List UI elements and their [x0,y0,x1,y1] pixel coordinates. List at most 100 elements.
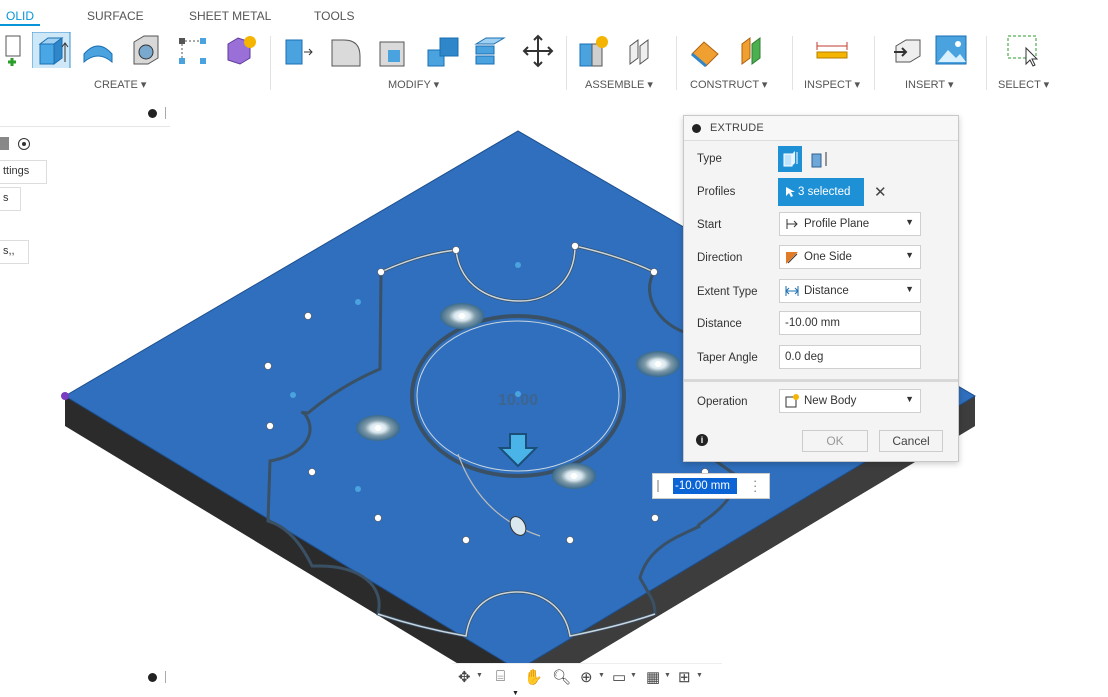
direction-label: Direction [697,252,743,264]
toolbar-separator [566,36,567,90]
dialog-collapse-icon[interactable] [692,124,701,133]
offset-plane-icon[interactable] [688,32,724,68]
chamfer-icon[interactable] [376,32,412,68]
distance-label: Distance [697,318,742,330]
insert-derive-icon[interactable] [890,32,926,68]
tab-sheet-metal[interactable]: SHEET METAL [189,9,271,23]
midplane-icon[interactable] [736,32,772,68]
clear-selection-icon[interactable]: ✕ [874,183,887,201]
select-window-icon[interactable] [1006,32,1042,68]
timeline-toggle-icon[interactable]: ▼ [512,690,519,697]
cancel-button[interactable]: Cancel [879,430,943,452]
construct-menu[interactable]: CONSTRUCT ▾ [690,78,767,91]
operation-dropdown[interactable]: New Body ▼ [779,389,921,413]
tab-solid[interactable]: OLID [6,9,34,23]
toolbar-separator [792,36,793,90]
one-side-icon [786,252,798,264]
type-body-button[interactable] [778,146,802,172]
new-body-icon [785,394,799,408]
start-dropdown[interactable]: Profile Plane ▼ [779,212,921,236]
chevron-down-icon: ▼ [905,394,914,404]
grid-settings-icon[interactable]: ▦ [646,668,660,686]
fit-icon[interactable]: ⊕ [580,668,593,686]
distance-input[interactable]: -10.00 mm [779,311,921,335]
tab-tools[interactable]: TOOLS [314,9,354,23]
distance-icon [785,286,799,296]
chevron-down-icon: ▼ [905,284,914,294]
start-label: Start [697,219,722,231]
ribbon-toolbar: CREATE ▾ MODIFY ▾ ASSEMBLE ▾ CONSTRUCT ▾… [0,26,1108,96]
chevron-down-icon[interactable]: ▼ [630,672,637,679]
comments-panel-header [0,664,170,690]
revolve-icon[interactable] [80,32,116,68]
new-sketch-icon[interactable] [4,32,34,68]
fillet-icon[interactable] [328,32,364,68]
profile-plane-icon [786,219,798,229]
panel-resize-handle[interactable] [165,671,166,683]
cursor-arrow-icon [786,187,795,197]
toolbar-separator [874,36,875,90]
on-canvas-distance-input[interactable]: -10.00 mm · · · [652,473,770,499]
rectangular-pattern-icon[interactable] [176,32,212,68]
move-icon[interactable] [522,32,554,68]
new-component-icon[interactable] [576,32,612,68]
extrude-dialog: EXTRUDE Type Profiles 3 selected ✕ Start… [683,115,959,462]
start-value: Profile Plane [804,218,870,230]
panel-pin-icon[interactable] [148,673,157,682]
assemble-menu[interactable]: ASSEMBLE ▾ [585,78,653,91]
insert-canvas-icon[interactable] [934,32,970,68]
orbit-icon[interactable]: ✥ [458,668,471,686]
operation-label: Operation [697,396,748,408]
extrude-icon[interactable] [32,32,72,68]
look-at-icon[interactable]: ⌸ [496,668,505,685]
insert-menu[interactable]: INSERT ▾ [905,78,954,91]
modify-menu[interactable]: MODIFY ▾ [388,78,439,91]
info-icon[interactable]: i [696,434,708,446]
chevron-down-icon[interactable]: ▼ [598,672,605,679]
profiles-label: Profiles [697,186,736,198]
create-menu[interactable]: CREATE ▾ [94,78,146,91]
direction-value: One Side [804,251,852,263]
inspect-menu[interactable]: INSPECT ▾ [804,78,860,91]
chevron-down-icon[interactable]: ▼ [664,672,671,679]
more-options-icon[interactable]: · · · [753,474,757,497]
drag-grip[interactable] [657,480,659,492]
joint-icon[interactable] [624,32,660,68]
taper-angle-input[interactable]: 0.0 deg [779,345,921,369]
dialog-divider [684,379,958,382]
distance-input-value[interactable]: -10.00 mm [673,478,737,494]
dialog-header[interactable]: EXTRUDE [684,116,958,141]
direction-dropdown[interactable]: One Side ▼ [779,245,921,269]
thin-extrude-icon[interactable] [808,148,832,170]
pan-icon[interactable]: ✋ [524,668,543,686]
chevron-down-icon: ▼ [905,250,914,260]
extent-type-value: Distance [804,285,849,297]
dialog-title: EXTRUDE [710,122,764,134]
split-body-icon[interactable] [472,32,508,68]
chevron-down-icon[interactable]: ▼ [476,672,483,679]
toolbar-separator [986,36,987,90]
sketch-dimension-label: 10.00 [498,392,538,409]
press-pull-icon[interactable] [280,32,316,68]
select-menu[interactable]: SELECT ▾ [998,78,1049,91]
distance-value: -10.00 mm [785,317,840,329]
shell-icon[interactable] [128,32,164,68]
chevron-down-icon[interactable]: ▼ [696,672,703,679]
zoom-icon[interactable]: 🔍︎ [552,668,571,686]
measure-icon[interactable] [815,32,849,68]
combine-icon[interactable] [424,32,464,68]
taper-angle-label: Taper Angle [697,352,758,364]
operation-value: New Body [804,395,857,407]
tab-surface[interactable]: SURFACE [87,9,144,23]
display-settings-icon[interactable]: ▭ [612,668,626,686]
extent-type-dropdown[interactable]: Distance ▼ [779,279,921,303]
create-form-icon[interactable] [222,32,258,68]
extent-type-label: Extent Type [697,286,758,298]
viewports-icon[interactable]: ⊞ [678,668,691,686]
profiles-selection-button[interactable]: 3 selected [778,178,864,206]
origin-point [61,392,69,400]
taper-angle-value: 0.0 deg [785,351,824,363]
workspace-tabs: OLID SURFACE SHEET METAL TOOLS [0,0,1108,26]
chevron-down-icon: ▼ [905,217,914,227]
ok-button[interactable]: OK [802,430,868,452]
